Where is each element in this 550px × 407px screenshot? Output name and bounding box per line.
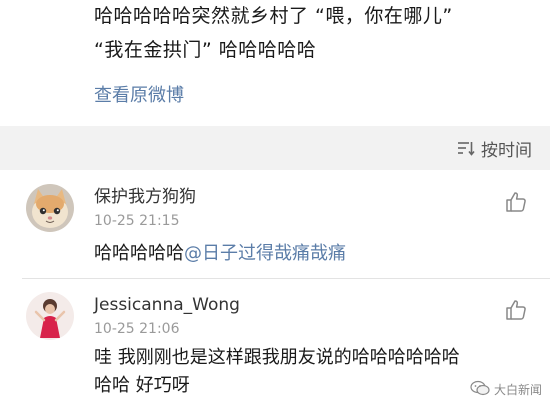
sort-icon xyxy=(457,140,475,156)
post-text-line-2: “我在金拱门” 哈哈哈哈哈 xyxy=(94,39,317,61)
watermark-text: 大白新闻 xyxy=(493,383,542,397)
original-post: 哈哈哈哈哈突然就乡村了 “喂，你在哪儿” “我在金拱门” 哈哈哈哈哈 查看原微博 xyxy=(0,0,550,126)
comment-username[interactable]: 保护我方狗狗 xyxy=(94,186,196,208)
comment-timestamp: 10-25 21:06 xyxy=(94,321,180,337)
comment-item: Jessicanna_Wong 10-25 21:06 哇 我刚刚也是这样跟我朋… xyxy=(0,278,550,407)
comment-list: 保护我方狗狗 10-25 21:15 哈哈哈哈哈@日子过得哉痛哉痛 Jessic… xyxy=(0,170,550,407)
view-original-post-link[interactable]: 查看原微博 xyxy=(94,84,184,108)
comment-timestamp: 10-25 21:15 xyxy=(94,213,180,229)
watermark: 大白新闻 xyxy=(470,380,542,399)
sort-label: 按时间 xyxy=(481,140,532,161)
girl-avatar[interactable] xyxy=(26,292,74,340)
sort-bar: 按时间 xyxy=(0,126,550,170)
cat-avatar[interactable] xyxy=(26,184,74,232)
comment-text: 哈哈哈哈哈@日子过得哉痛哉痛 xyxy=(94,240,346,268)
thumbs-up-icon[interactable] xyxy=(504,298,528,322)
post-text-line-1: 哈哈哈哈哈突然就乡村了 “喂，你在哪儿” xyxy=(94,5,453,27)
comment-text-line-1: 哇 我刚刚也是这样跟我朋友说的哈哈哈哈哈哈 xyxy=(94,347,460,368)
comment-username[interactable]: Jessicanna_Wong xyxy=(94,294,240,316)
comment-item: 保护我方狗狗 10-25 21:15 哈哈哈哈哈@日子过得哉痛哉痛 xyxy=(0,170,550,279)
user-mention-link[interactable]: @日子过得哉痛哉痛 xyxy=(184,243,346,264)
sort-by-time-button[interactable]: 按时间 xyxy=(457,136,532,161)
comment-body: 哈哈哈哈哈 xyxy=(94,243,184,264)
thumbs-up-icon[interactable] xyxy=(504,190,528,214)
comment-text-line-2: 哈哈 好巧呀 xyxy=(94,375,190,396)
wechat-icon xyxy=(470,380,490,399)
